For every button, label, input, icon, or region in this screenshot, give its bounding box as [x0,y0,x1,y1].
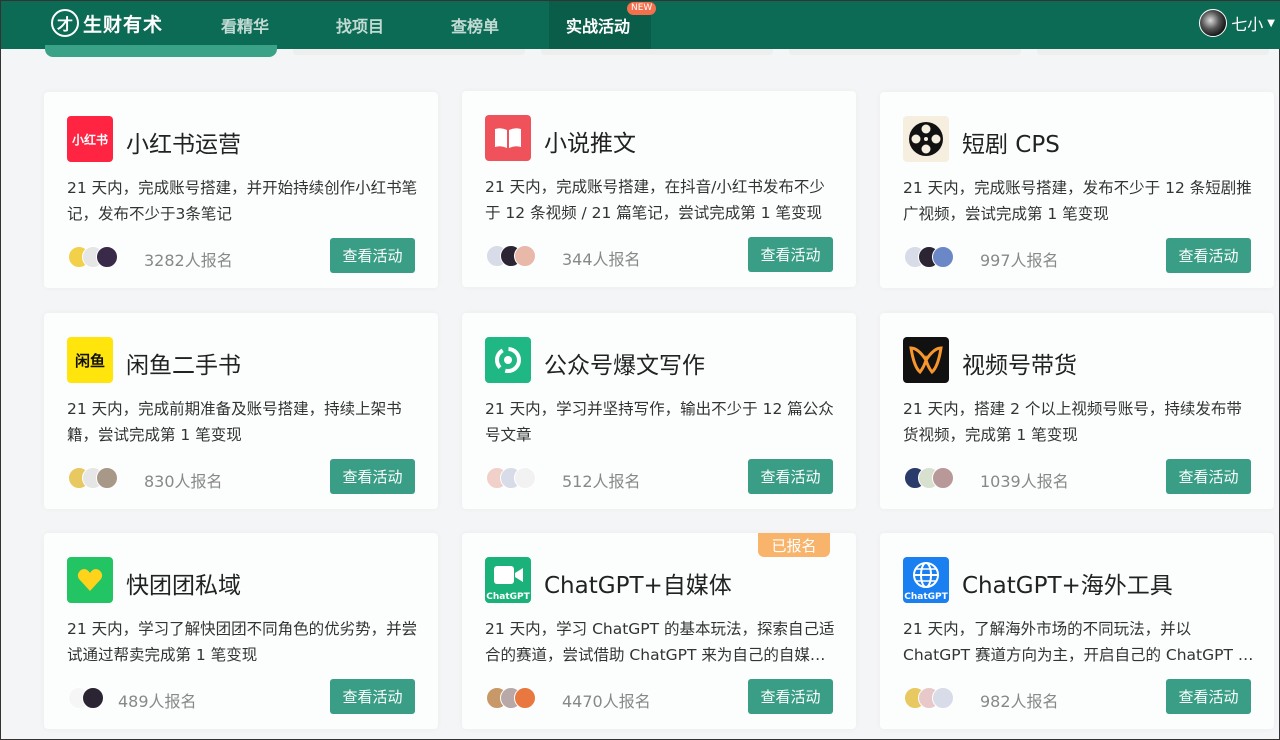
category-tab[interactable] [1037,49,1269,55]
wechat-official-icon [485,337,531,383]
avatar [514,687,536,709]
view-activity-button[interactable]: 查看活动 [748,679,833,714]
xiaohongshu-icon: 小红书 [67,116,113,162]
view-activity-button[interactable]: 查看活动 [748,459,833,494]
signup-count: 512人报名 [562,472,641,491]
view-activity-button[interactable]: 查看活动 [1166,238,1251,273]
user-name: 七小 [1231,15,1264,34]
participant-avatars [904,246,954,268]
icon-text: ChatGPT [486,592,530,602]
card-title: 小说推文 [544,131,636,157]
book-icon [485,115,531,161]
card-description: 21 天内，学习并坚持写作，输出不少于 12 篇公众号文章 [485,400,834,444]
signup-count: 1039人报名 [980,472,1069,491]
avatar[interactable] [1199,9,1228,37]
signup-count: 997人报名 [980,251,1059,270]
participant-avatars [486,245,536,267]
enrolled-badge: 已报名 [758,533,830,557]
card-title: 快团团私域 [126,573,241,599]
activity-card[interactable]: 公众号爆文写作 21 天内，学习并坚持写作，输出不少于 12 篇公众号文章 51… [462,313,856,509]
card-description: 21 天内，完成前期准备及账号搭建，持续上架书籍，尝试完成第 1 笔变现 [67,400,402,444]
signup-count: 982人报名 [980,692,1059,711]
category-tab-active[interactable] [45,45,277,57]
category-tab[interactable] [541,49,773,55]
activity-card[interactable]: 闲鱼 闲鱼二手书 21 天内，完成前期准备及账号搭建，持续上架书籍，尝试完成第 … [44,313,438,509]
view-activity-button[interactable]: 查看活动 [1166,679,1251,714]
card-title: 公众号爆文写作 [544,353,705,379]
chatgpt-globe-icon: ChatGPT [903,557,949,603]
icon-text: 闲鱼 [74,351,105,370]
icon-text: ChatGPT [904,592,948,602]
card-description: 21 天内，搭建 2 个以上视频号账号，持续发布带货视频，完成第 1 笔变现 [903,400,1242,444]
signup-count: 489人报名 [118,692,197,711]
activity-card[interactable]: 快团团私域 21 天内，学习了解快团团不同角色的优劣势，并尝试通过帮卖完成第 1… [44,533,438,729]
card-title: 视频号带货 [962,353,1077,379]
activity-card[interactable]: ChatGPT ChatGPT+海外工具 21 天内，了解海外市场的不同玩法，并… [880,533,1274,729]
participant-avatars [68,467,118,489]
signup-count: 344人报名 [562,250,641,269]
activity-card[interactable]: 短剧 CPS 21 天内，完成账号搭建，发布不少于 12 条短剧推广视频，尝试完… [880,92,1274,288]
card-title: 闲鱼二手书 [126,353,241,379]
avatar [932,687,954,709]
new-badge: NEW [627,2,657,15]
view-activity-button[interactable]: 查看活动 [1166,459,1251,494]
film-reel-icon [903,116,949,162]
card-title: ChatGPT+海外工具 [962,573,1173,599]
chatgpt-video-icon: ChatGPT [485,557,531,603]
activity-card[interactable]: 小红书 小红书运营 21 天内，完成账号搭建，并开始持续创作小红书笔记，发布不少… [44,92,438,288]
icon-text: 小红书 [71,132,108,147]
activity-card[interactable]: 视频号带货 21 天内，搭建 2 个以上视频号账号，持续发布带货视频，完成第 1… [880,313,1274,509]
category-tab[interactable] [789,49,1021,55]
avatar [96,467,118,489]
activity-card[interactable]: 小说推文 21 天内，完成账号搭建，在抖音/小红书发布不少于 12 条视频 / … [462,91,856,287]
avatar [932,246,954,268]
participant-avatars [904,687,954,709]
logo-text: 生财有术 [83,13,164,36]
card-title: 短剧 CPS [962,132,1060,158]
card-description: 21 天内，了解海外市场的不同玩法，并以 ChatGPT 赛道方向为主，开启自己… [903,620,1254,664]
wechat-channels-icon [903,337,949,383]
avatar [514,467,536,489]
nav-item-projects[interactable]: 找项目 [336,13,384,37]
activity-card[interactable]: 已报名 ChatGPT ChatGPT+自媒体 21 天内，学习 ChatGPT… [462,533,856,729]
kuaituantuan-icon [67,557,113,603]
participant-avatars [486,467,536,489]
view-activity-button[interactable]: 查看活动 [748,237,833,272]
card-description: 21 天内，学习 ChatGPT 的基本玩法，探索自己适合的赛道，尝试借助 Ch… [485,620,835,664]
nav-item-activities[interactable]: 实战活动 [566,13,630,37]
signup-count: 3282人报名 [144,251,233,270]
card-title: ChatGPT+自媒体 [544,573,732,599]
view-activity-button[interactable]: 查看活动 [330,459,415,494]
avatar [932,467,954,489]
avatar [514,245,536,267]
card-description: 21 天内，完成账号搭建，并开始持续创作小红书笔记，发布不少于3条笔记 [67,179,418,223]
xianyu-icon: 闲鱼 [67,337,113,383]
avatar [82,687,104,709]
top-navigation: 才 生财有术 看精华 找项目 查榜单 实战活动 NEW 七小 ▼ [1,1,1280,49]
chevron-down-icon[interactable]: ▼ [1267,18,1275,29]
view-activity-button[interactable]: 查看活动 [330,238,415,273]
user-menu[interactable]: 七小 ▼ [1199,7,1275,39]
nav-item-rankings[interactable]: 查榜单 [451,13,499,37]
logo-icon: 才 [51,9,79,37]
participant-avatars [68,246,118,268]
nav-item-highlights[interactable]: 看精华 [221,13,269,37]
view-activity-button[interactable]: 查看活动 [330,679,415,714]
site-logo[interactable]: 才 生财有术 [51,7,163,39]
signup-count: 830人报名 [144,472,223,491]
signup-count: 4470人报名 [562,692,651,711]
participant-avatars [486,687,536,709]
participant-avatars [904,467,954,489]
card-title: 小红书运营 [126,132,241,158]
card-description: 21 天内，完成账号搭建，发布不少于 12 条短剧推广视频，尝试完成第 1 笔变… [903,179,1252,223]
card-description: 21 天内，学习了解快团团不同角色的优劣势，并尝试通过帮卖完成第 1 笔变现 [67,620,418,664]
avatar [96,246,118,268]
participant-avatars [68,687,104,709]
card-description: 21 天内，完成账号搭建，在抖音/小红书发布不少于 12 条视频 / 21 篇笔… [485,178,825,222]
category-tab[interactable] [293,49,525,55]
